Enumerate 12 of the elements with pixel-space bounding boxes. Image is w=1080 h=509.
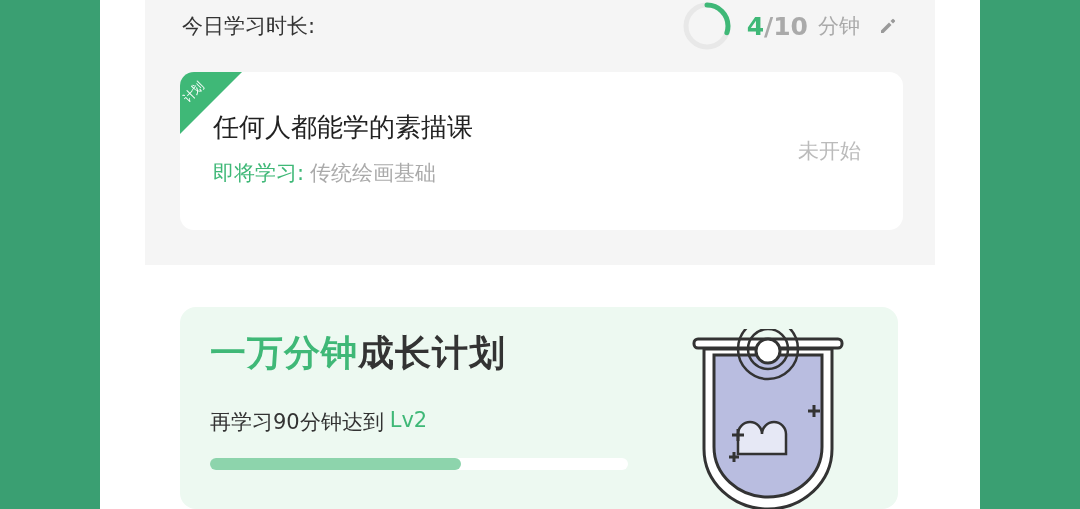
minutes-done: 4	[746, 11, 765, 41]
minutes-goal: /10	[764, 11, 808, 41]
next-lesson: 传统绘画基础	[310, 160, 437, 185]
section-label: 今日学习时长:	[182, 13, 316, 40]
course-card[interactable]: 计划 任何人都能学的素描课 即将学习: 传统绘画基础 未开始	[180, 72, 903, 230]
edit-icon[interactable]	[878, 16, 898, 36]
next-label: 即将学习:	[213, 160, 305, 185]
growth-message: 再学习90分钟达到	[210, 409, 384, 436]
course-status: 未开始	[798, 138, 861, 165]
unit-label: 分钟	[818, 13, 860, 40]
growth-title: 一万分钟成长计划	[210, 331, 507, 375]
level-label: Lv2	[389, 408, 428, 434]
